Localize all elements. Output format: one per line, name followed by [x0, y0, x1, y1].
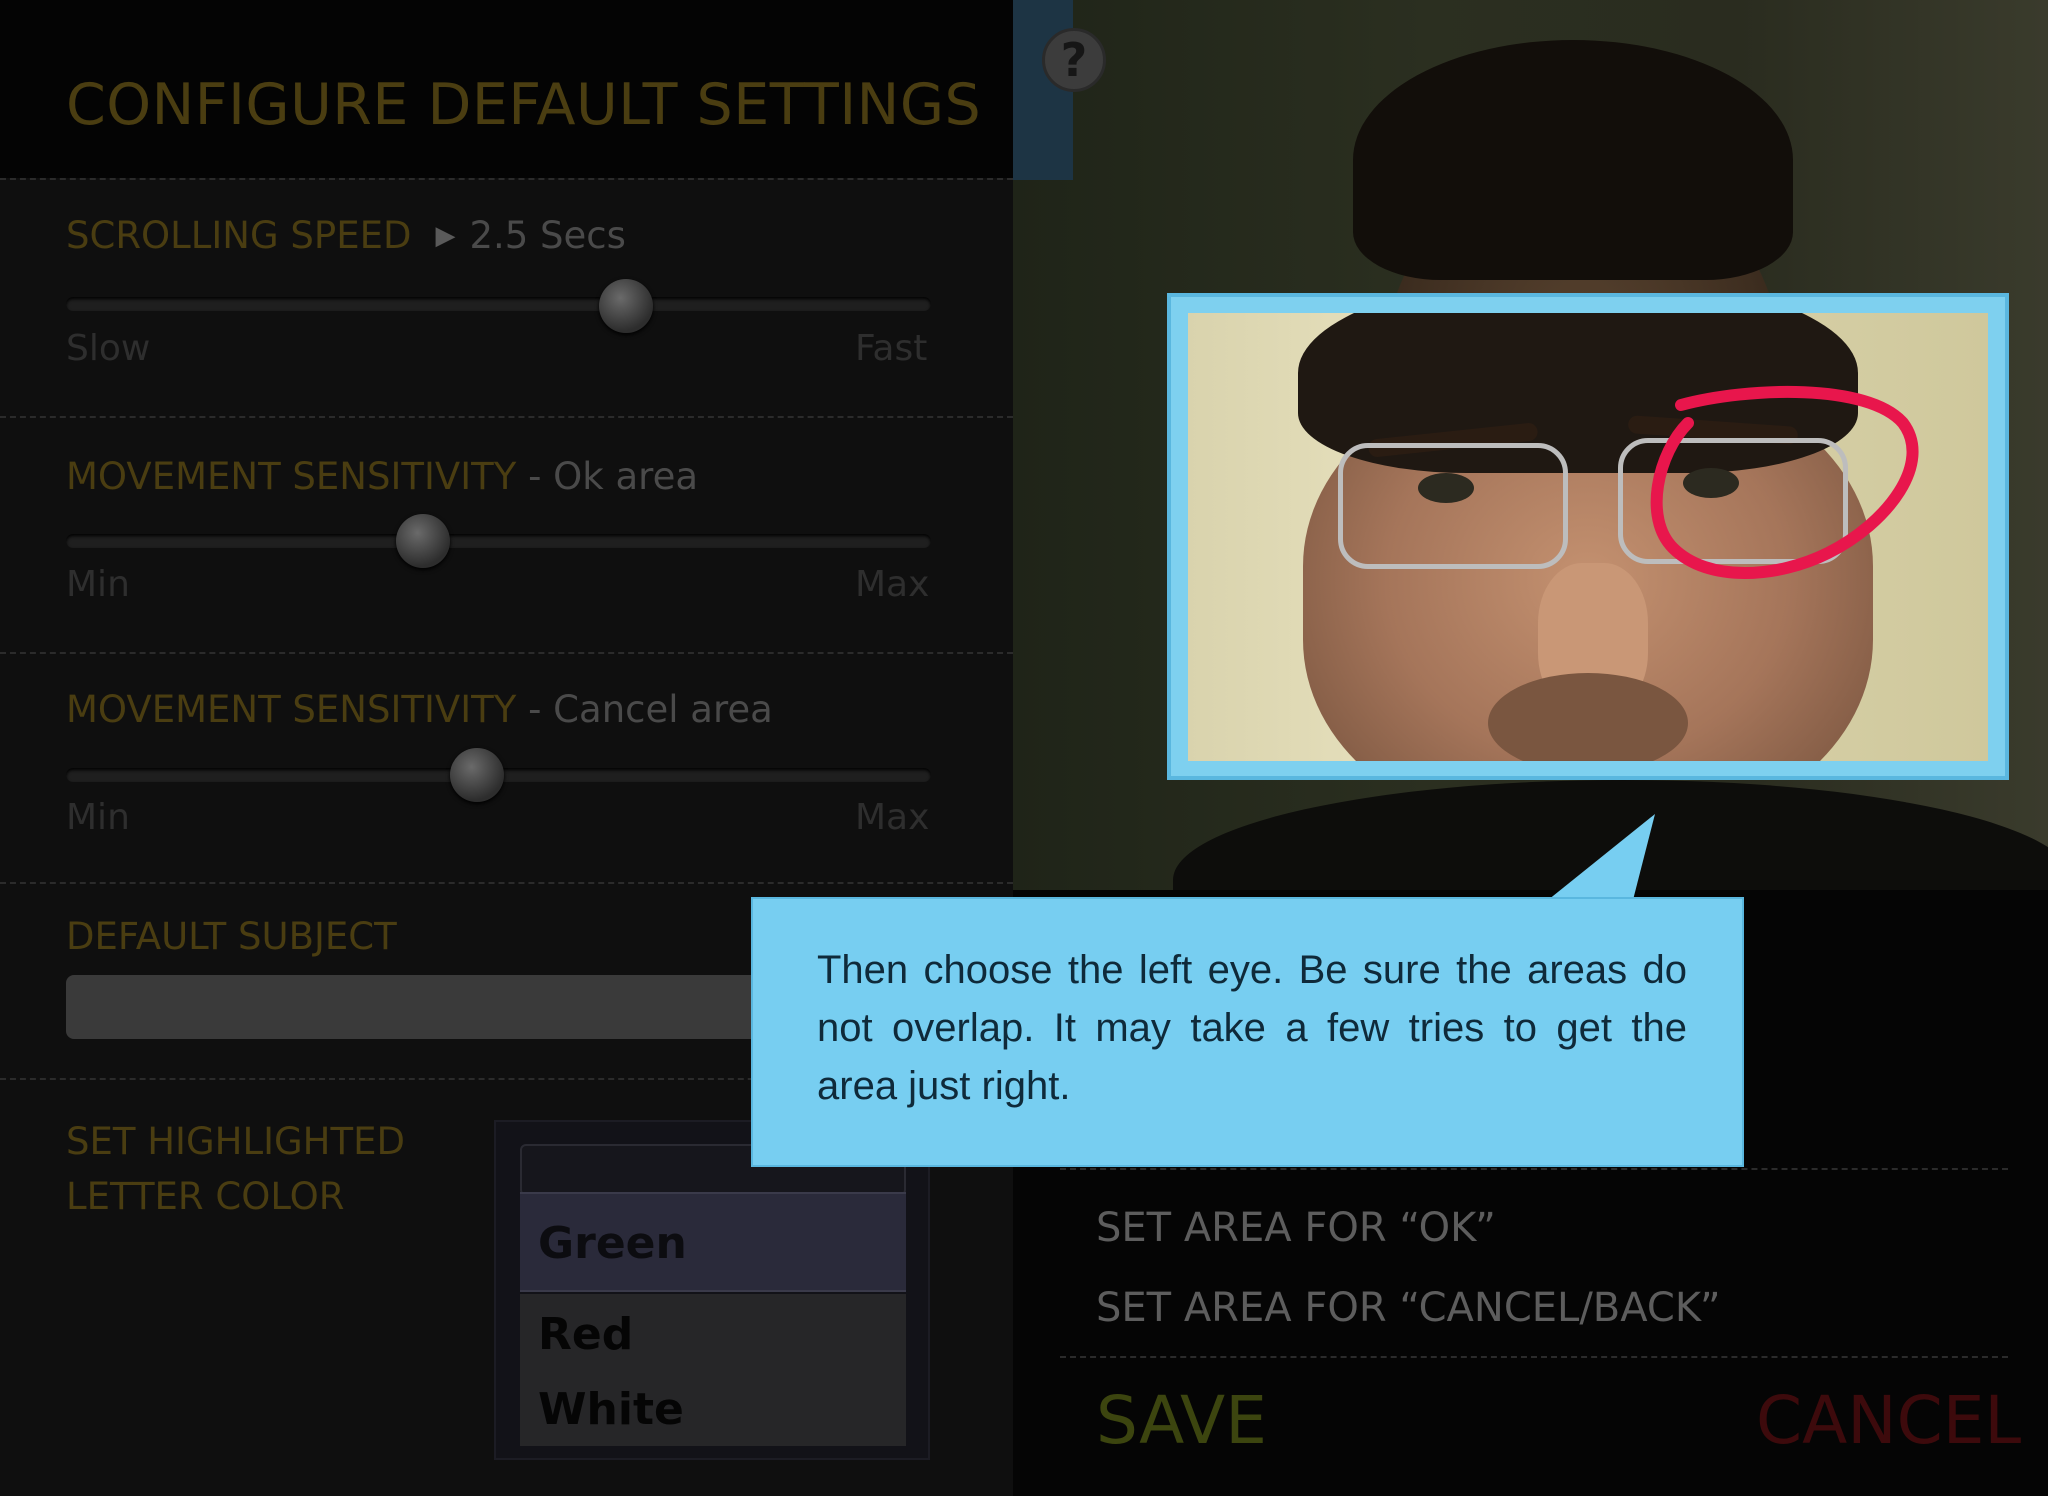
movement-cancel-suffix: - Cancel area	[516, 688, 773, 731]
divider	[0, 652, 1013, 654]
camera-hair	[1353, 40, 1793, 280]
movement-cancel-row: MOVEMENT SENSITIVITY - Cancel area	[66, 688, 773, 731]
selection-circle	[1650, 385, 1919, 579]
default-subject-input[interactable]	[66, 975, 766, 1039]
color-option-white[interactable]: White	[520, 1374, 906, 1446]
slider-min-label: Min	[66, 797, 130, 838]
scrolling-speed-row: SCROLLING SPEED ▶ 2.5 Secs	[66, 214, 626, 257]
slider-max-label: Fast	[855, 328, 928, 369]
default-subject-label: DEFAULT SUBJECT	[66, 915, 397, 958]
zoom-preview-frame	[1167, 293, 2009, 780]
scrolling-speed-value: 2.5 Secs	[469, 214, 626, 257]
color-option-green[interactable]: Green	[520, 1192, 906, 1292]
set-ok-area-button[interactable]: SET AREA FOR “OK”	[1096, 1205, 1496, 1251]
set-cancel-area-button[interactable]: SET AREA FOR “CANCEL/BACK”	[1096, 1285, 1721, 1331]
tooltip-text: Then choose the left eye. Be sure the ar…	[817, 948, 1687, 1108]
zoom-preview-image	[1188, 313, 1988, 761]
movement-ok-slider[interactable]	[66, 534, 931, 548]
slider-max-label: Max	[855, 797, 930, 838]
movement-cancel-label: MOVEMENT SENSITIVITY	[66, 688, 517, 731]
settings-panel: CONFIGURE DEFAULT SETTINGS SCROLLING SPE…	[0, 0, 1013, 1496]
tooltip-tail	[1548, 814, 1655, 900]
scrolling-speed-label: SCROLLING SPEED	[66, 214, 412, 257]
movement-ok-slider-thumb[interactable]	[396, 514, 450, 568]
divider	[0, 882, 1013, 884]
movement-ok-suffix: - Ok area	[516, 455, 699, 498]
divider	[1060, 1356, 2008, 1358]
slider-min-label: Slow	[66, 328, 151, 369]
slider-min-label: Min	[66, 564, 130, 605]
movement-cancel-slider-thumb[interactable]	[450, 748, 504, 802]
movement-ok-label: MOVEMENT SENSITIVITY	[66, 455, 517, 498]
cancel-button[interactable]: CANCEL	[1756, 1382, 2021, 1459]
help-icon[interactable]: ?	[1042, 28, 1106, 92]
scrolling-speed-slider[interactable]	[66, 297, 931, 311]
slider-max-label: Max	[855, 564, 930, 605]
color-option-red[interactable]: Red	[520, 1294, 906, 1374]
tooltip-bubble: Then choose the left eye. Be sure the ar…	[751, 897, 1744, 1167]
divider	[0, 178, 1013, 180]
scrolling-speed-slider-thumb[interactable]	[599, 279, 653, 333]
color-picker[interactable]: Green Red White	[494, 1120, 930, 1460]
page-title: CONFIGURE DEFAULT SETTINGS	[66, 72, 982, 138]
divider	[0, 416, 1013, 418]
divider	[1060, 1168, 2008, 1170]
save-button[interactable]: SAVE	[1096, 1382, 1267, 1459]
highlight-color-label-1: SET HIGHLIGHTED	[66, 1120, 405, 1163]
movement-ok-row: MOVEMENT SENSITIVITY - Ok area	[66, 455, 698, 498]
play-icon: ▶	[435, 221, 456, 251]
highlight-color-label-2: LETTER COLOR	[66, 1175, 345, 1218]
